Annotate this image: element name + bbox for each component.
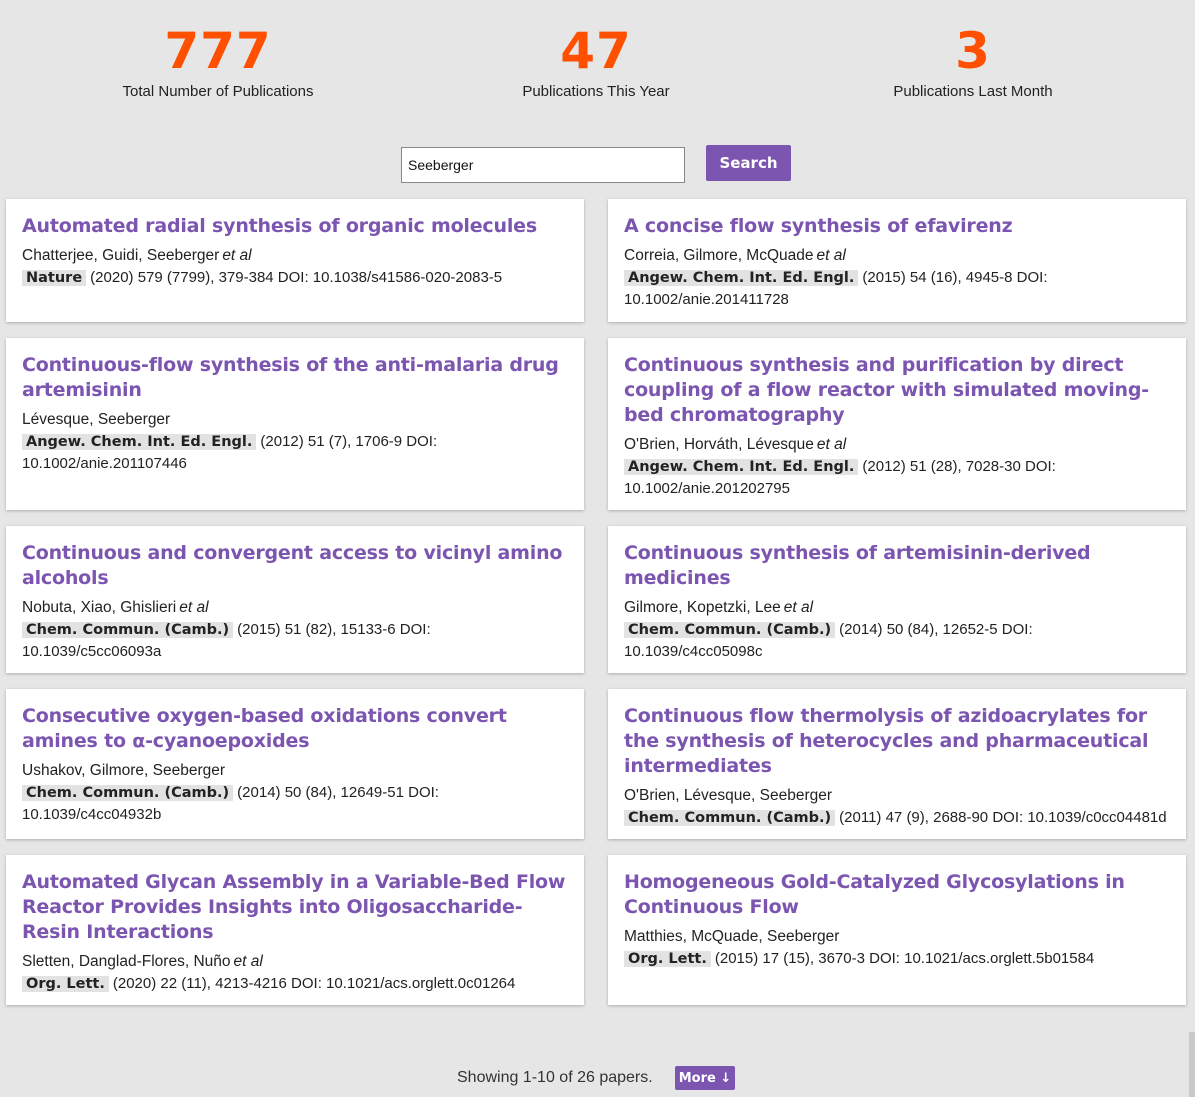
- publication-card: Continuous-flow synthesis of the anti-ma…: [6, 338, 584, 510]
- pagination-footer: Showing 1-10 of 26 papers. More ↓: [0, 1066, 1195, 1090]
- publication-citation: Chem. Commun. (Camb.) (2014) 50 (84), 126…: [22, 782, 568, 826]
- stat-last-month-label: Publications Last Month: [893, 83, 1053, 100]
- authors-et-al: et al: [233, 953, 263, 970]
- citation-details: (2015) 17 (15), 3670-3 DOI: 10.1021/acs.…: [714, 950, 1095, 967]
- publication-authors: O'Brien, Horváth, Lévesque et al: [624, 434, 1170, 456]
- citation-details: (2011) 47 (9), 2688-90 DOI: 10.1039/c0cc…: [839, 809, 1167, 826]
- authors-et-al: et al: [783, 599, 814, 616]
- authors-names: Correia, Gilmore, McQuade: [624, 247, 814, 264]
- publication-citation: Angew. Chem. Int. Ed. Engl. (2012) 51 (7)…: [22, 431, 568, 475]
- authors-names: Sletten, Danglad-Flores, Nuño: [22, 953, 231, 970]
- publication-citation: Chem. Commun. (Camb.) (2015) 51 (82), 151…: [22, 619, 568, 663]
- stat-last-month-value: 3: [955, 22, 991, 80]
- citation-details: (2020) 579 (7799), 379-384 DOI: 10.1038/…: [90, 269, 503, 286]
- search-bar: Search: [0, 145, 1195, 185]
- publication-title-link[interactable]: Continuous-flow synthesis of the anti-ma…: [22, 353, 568, 403]
- publication-title-link[interactable]: Continuous flow thermolysis of azidoacry…: [624, 704, 1170, 779]
- authors-names: Lévesque, Seeberger: [22, 411, 171, 428]
- search-input[interactable]: [401, 147, 685, 183]
- publication-authors: Nobuta, Xiao, Ghislieri et al: [22, 597, 568, 619]
- stat-this-year: 47 Publications This Year: [446, 20, 746, 102]
- stat-this-year-label: Publications This Year: [522, 83, 670, 100]
- citation-details: (2020) 22 (11), 4213-4216 DOI: 10.1021/a…: [112, 975, 516, 992]
- search-button[interactable]: Search: [706, 145, 791, 181]
- publication-title-link[interactable]: Continuous synthesis of artemisinin-deri…: [624, 541, 1170, 591]
- publication-citation: Org. Lett. (2020) 22 (11), 4213-4216 DOI:…: [22, 973, 568, 995]
- journal-badge: Nature: [22, 270, 87, 286]
- authors-names: O'Brien, Lévesque, Seeberger: [624, 787, 833, 804]
- publication-citation: Angew. Chem. Int. Ed. Engl. (2012) 51 (28…: [624, 456, 1170, 500]
- publication-citation: Org. Lett. (2015) 17 (15), 3670-3 DOI: 10…: [624, 948, 1170, 970]
- authors-et-al: et al: [816, 436, 847, 453]
- journal-badge: Chem. Commun. (Camb.): [624, 810, 836, 826]
- publication-title-link[interactable]: A concise flow synthesis of efavirenz: [624, 214, 1170, 239]
- publication-authors: Correia, Gilmore, McQuade et al: [624, 245, 1170, 267]
- publication-card: A concise flow synthesis of efavirenz Cor…: [608, 199, 1186, 322]
- stat-total-value: 777: [164, 22, 272, 80]
- journal-badge: Chem. Commun. (Camb.): [624, 622, 836, 638]
- publication-card: Consecutive oxygen-based oxidations conv…: [6, 689, 584, 839]
- authors-names: Matthies, McQuade, Seeberger: [624, 928, 840, 945]
- journal-badge: Org. Lett.: [624, 951, 711, 967]
- publication-authors: Ushakov, Gilmore, Seeberger: [22, 760, 568, 782]
- publication-authors: O'Brien, Lévesque, Seeberger: [624, 785, 1170, 807]
- publication-authors: Lévesque, Seeberger: [22, 409, 568, 431]
- authors-names: O'Brien, Horváth, Lévesque: [624, 436, 814, 453]
- publication-card: Continuous flow thermolysis of azidoacry…: [608, 689, 1186, 839]
- publication-title-link[interactable]: Homogeneous Gold-Catalyzed Glycosylation…: [624, 870, 1170, 920]
- publication-title-link[interactable]: Automated radial synthesis of organic mo…: [22, 214, 568, 239]
- journal-badge: Org. Lett.: [22, 976, 109, 992]
- publication-card: Automated radial synthesis of organic mo…: [6, 199, 584, 322]
- results-count: Showing 1-10 of 26 papers.: [457, 1069, 653, 1086]
- publication-card: Continuous synthesis of artemisinin-deri…: [608, 526, 1186, 673]
- journal-badge: Angew. Chem. Int. Ed. Engl.: [624, 270, 859, 286]
- authors-names: Ushakov, Gilmore, Seeberger: [22, 762, 226, 779]
- publication-card: Continuous and convergent access to vici…: [6, 526, 584, 673]
- stat-total-label: Total Number of Publications: [122, 83, 314, 100]
- authors-et-al: et al: [222, 247, 252, 264]
- authors-et-al: et al: [179, 599, 209, 616]
- authors-names: Gilmore, Kopetzki, Lee: [624, 599, 781, 616]
- scrollbar[interactable]: [1189, 1032, 1195, 1097]
- stat-total: 777 Total Number of Publications: [68, 20, 368, 102]
- publication-authors: Chatterjee, Guidi, Seeberger et al: [22, 245, 568, 267]
- publication-citation: Chem. Commun. (Camb.) (2014) 50 (84), 126…: [624, 619, 1170, 663]
- publication-title-link[interactable]: Automated Glycan Assembly in a Variable-…: [22, 870, 568, 945]
- publication-authors: Matthies, McQuade, Seeberger: [624, 926, 1170, 948]
- stat-last-month: 3 Publications Last Month: [823, 20, 1123, 102]
- publication-card: Automated Glycan Assembly in a Variable-…: [6, 855, 584, 1005]
- publication-card: Homogeneous Gold-Catalyzed Glycosylation…: [608, 855, 1186, 1005]
- publication-card: Continuous synthesis and purification by…: [608, 338, 1186, 510]
- authors-et-al: et al: [816, 247, 846, 264]
- authors-names: Nobuta, Xiao, Ghislieri: [22, 599, 177, 616]
- stat-this-year-value: 47: [560, 22, 632, 80]
- publication-authors: Gilmore, Kopetzki, Lee et al: [624, 597, 1170, 619]
- publication-citation: Angew. Chem. Int. Ed. Engl. (2015) 54 (16…: [624, 267, 1170, 311]
- journal-badge: Chem. Commun. (Camb.): [22, 622, 234, 638]
- authors-names: Chatterjee, Guidi, Seeberger: [22, 247, 220, 264]
- journal-badge: Chem. Commun. (Camb.): [22, 785, 234, 801]
- publication-title-link[interactable]: Consecutive oxygen-based oxidations conv…: [22, 704, 568, 754]
- publication-grid: Automated radial synthesis of organic mo…: [6, 199, 1186, 1005]
- stats-bar: 777 Total Number of Publications 47 Publ…: [0, 20, 1195, 110]
- publication-citation: Chem. Commun. (Camb.) (2011) 47 (9), 2688…: [624, 807, 1170, 829]
- publication-title-link[interactable]: Continuous and convergent access to vici…: [22, 541, 568, 591]
- more-button[interactable]: More ↓: [675, 1066, 735, 1090]
- journal-badge: Angew. Chem. Int. Ed. Engl.: [22, 434, 257, 450]
- journal-badge: Angew. Chem. Int. Ed. Engl.: [624, 459, 859, 475]
- publication-authors: Sletten, Danglad-Flores, Nuño et al: [22, 951, 568, 973]
- publication-title-link[interactable]: Continuous synthesis and purification by…: [624, 353, 1170, 428]
- publication-citation: Nature (2020) 579 (7799), 379-384 DOI: 10…: [22, 267, 568, 289]
